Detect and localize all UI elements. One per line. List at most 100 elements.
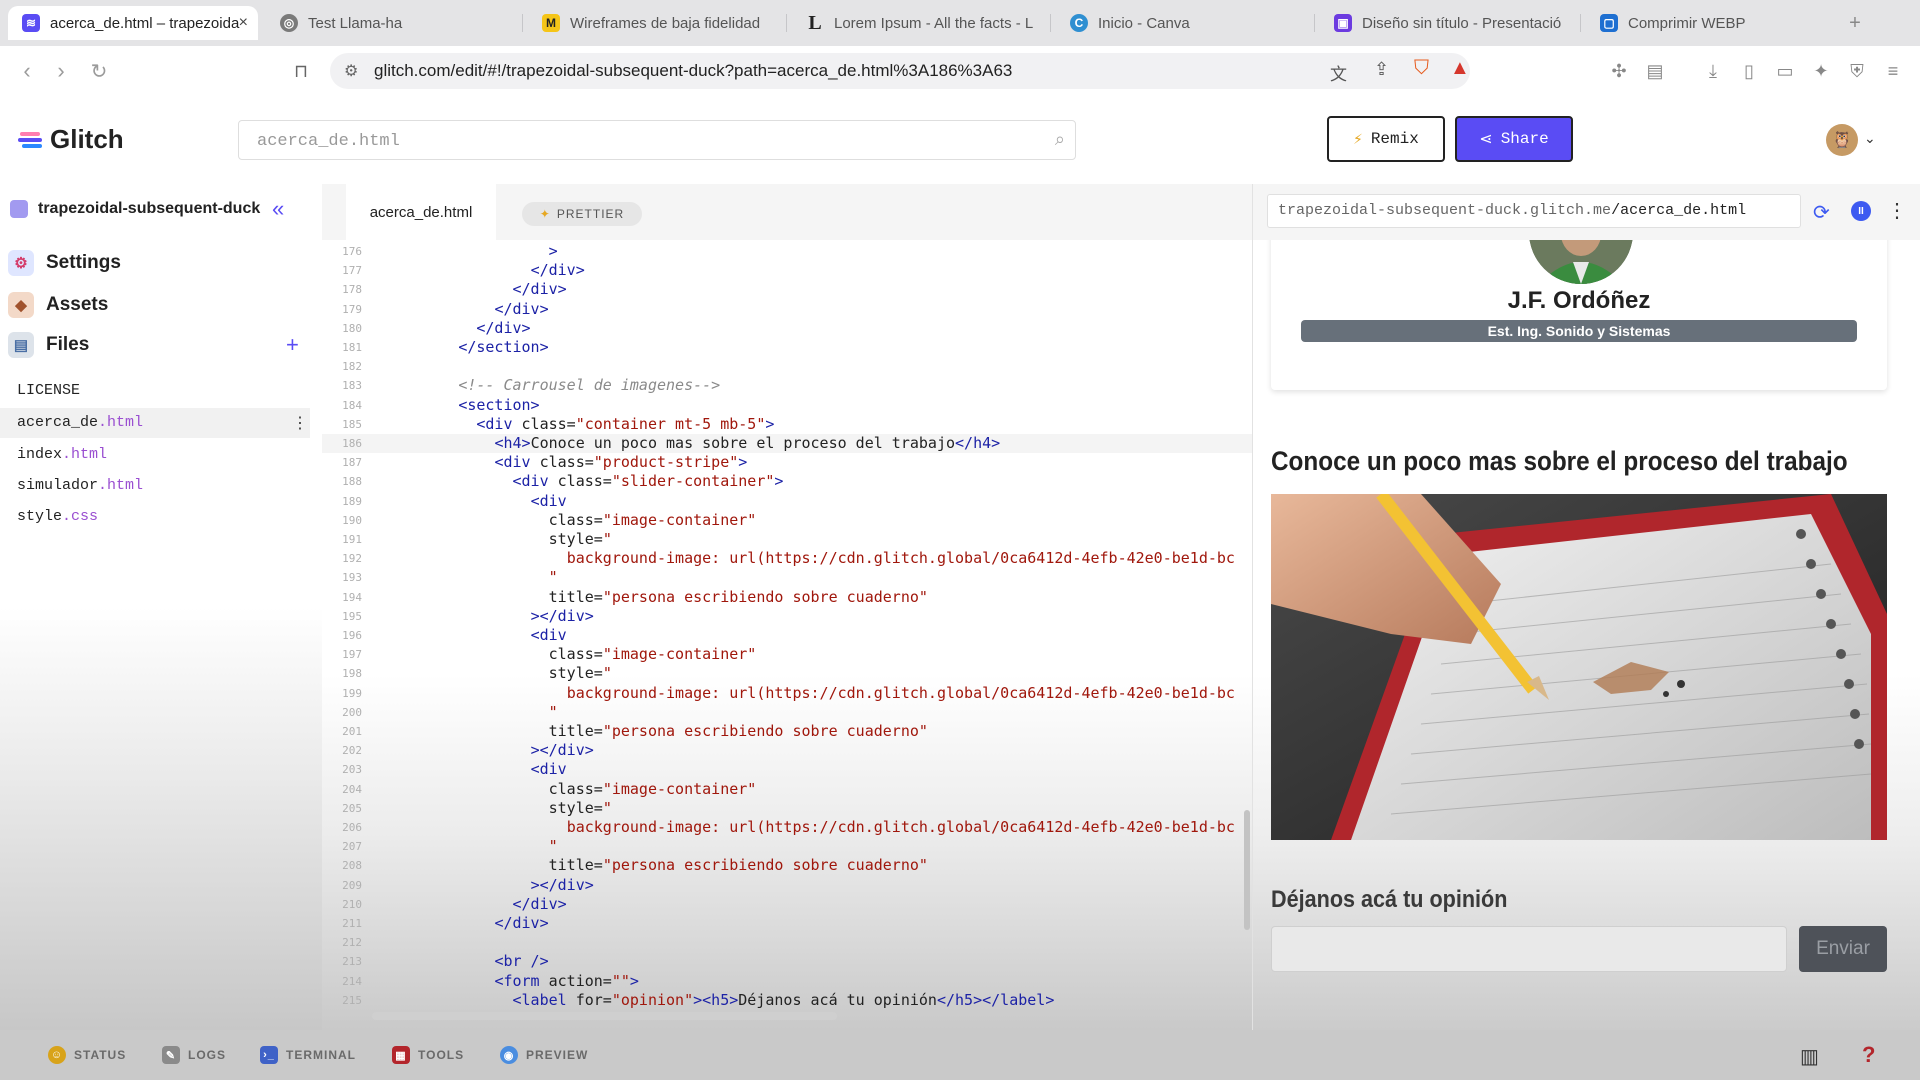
horizontal-scrollbar[interactable] bbox=[372, 1012, 837, 1020]
close-tab-icon[interactable]: × bbox=[239, 14, 248, 32]
back-icon[interactable]: ‹ bbox=[12, 56, 42, 86]
leo-ai-icon[interactable]: ✦ bbox=[1808, 58, 1834, 84]
code-line[interactable]: 177 </div> bbox=[322, 261, 1252, 280]
code-line[interactable]: 205 style=" bbox=[322, 799, 1252, 818]
code-line[interactable]: 189 <div bbox=[322, 492, 1252, 511]
file-item-simulador[interactable]: simulador.html bbox=[17, 477, 143, 494]
download-icon[interactable]: ⤓ bbox=[1700, 58, 1726, 84]
prettier-button[interactable]: ✦ PRETTIER bbox=[522, 202, 642, 226]
code-line[interactable]: 212 bbox=[322, 933, 1252, 952]
file-search[interactable]: ⌕ bbox=[238, 120, 1076, 161]
file-item-acerca-de[interactable]: acerca_de.html bbox=[17, 414, 143, 431]
remix-button[interactable]: ⚡ Remix bbox=[1327, 116, 1445, 162]
pause-preview-icon[interactable]: II bbox=[1851, 201, 1871, 221]
code-line[interactable]: 183 <!-- Carrousel de imagenes--> bbox=[322, 376, 1252, 395]
sidebar-item-assets[interactable]: ◆ Assets bbox=[8, 292, 108, 318]
share-button[interactable]: ⋖ Share bbox=[1455, 116, 1573, 162]
code-line[interactable]: 198 style=" bbox=[322, 664, 1252, 683]
file-item-license[interactable]: LICENSE bbox=[17, 382, 80, 399]
sidebar-item-files[interactable]: ▤ Files bbox=[8, 332, 89, 358]
reload-icon[interactable]: ↻ bbox=[84, 56, 114, 86]
glitch-logo[interactable]: Glitch bbox=[18, 124, 124, 155]
browser-tab[interactable]: ◎ Test Llama-ha bbox=[266, 6, 516, 40]
code-line[interactable]: 211 </div> bbox=[322, 914, 1252, 933]
help-icon[interactable]: ? bbox=[1862, 1042, 1875, 1068]
code-line[interactable]: 197 class="image-container" bbox=[322, 645, 1252, 664]
translate-icon[interactable]: 文 bbox=[1330, 60, 1347, 85]
code-line[interactable]: 191 style=" bbox=[322, 530, 1252, 549]
code-line[interactable]: 199 background-image: url(https://cdn.gl… bbox=[322, 684, 1252, 703]
browser-tab[interactable]: M Wireframes de baja fidelidad bbox=[528, 6, 778, 40]
reader-icon[interactable]: ▤ bbox=[1642, 58, 1668, 84]
code-line[interactable]: 179 </div> bbox=[322, 300, 1252, 319]
code-line[interactable]: 178 </div> bbox=[322, 280, 1252, 299]
code-line[interactable]: 195 ></div> bbox=[322, 607, 1252, 626]
brave-shield-icon[interactable]: ⛉ bbox=[1414, 57, 1429, 80]
code-line[interactable]: 188 <div class="slider-container"> bbox=[322, 472, 1252, 491]
code-line[interactable]: 185 <div class="container mt-5 mb-5"> bbox=[322, 415, 1252, 434]
code-line[interactable]: 203 <div bbox=[322, 760, 1252, 779]
preview-url-field[interactable]: trapezoidal-subsequent-duck.glitch.me/ac… bbox=[1267, 194, 1801, 228]
collapse-sidebar-icon[interactable]: « bbox=[272, 196, 284, 222]
sidebar-icon[interactable]: ▯ bbox=[1736, 58, 1762, 84]
browser-tab[interactable]: C Inicio - Canva bbox=[1056, 6, 1306, 40]
menu-icon[interactable]: ≡ bbox=[1880, 58, 1906, 84]
code-line[interactable]: 194 title="persona escribiendo sobre cua… bbox=[322, 588, 1252, 607]
wallet-icon[interactable]: ▭ bbox=[1772, 58, 1798, 84]
bookmark-icon[interactable]: ⊓ bbox=[286, 56, 316, 86]
code-line[interactable]: 192 background-image: url(https://cdn.gl… bbox=[322, 549, 1252, 568]
keyboard-shortcuts-icon[interactable]: ▥ bbox=[1800, 1044, 1819, 1069]
code-line[interactable]: 180 </div> bbox=[322, 319, 1252, 338]
code-line[interactable]: 204 class="image-container" bbox=[322, 780, 1252, 799]
browser-tab[interactable]: ▢ Comprimir WEBP bbox=[1586, 6, 1836, 40]
vpn-icon[interactable]: ⛨ bbox=[1844, 58, 1870, 84]
code-line[interactable]: 209 ></div> bbox=[322, 876, 1252, 895]
share-page-icon[interactable]: ⇪ bbox=[1374, 59, 1389, 80]
code-line[interactable]: 176 > bbox=[322, 242, 1252, 261]
browser-tab[interactable]: L Lorem Ipsum - All the facts - Lipsum g… bbox=[792, 6, 1042, 40]
preview-options-icon[interactable]: ⋮ bbox=[1887, 198, 1907, 223]
browser-tab[interactable]: ▣ Diseño sin título - Presentación bbox=[1320, 6, 1582, 40]
code-line[interactable]: 215 <label for="opinion"><h5>Déjanos acá… bbox=[322, 991, 1252, 1010]
vertical-scrollbar[interactable] bbox=[1244, 810, 1250, 930]
code-line[interactable]: 181 </section> bbox=[322, 338, 1252, 357]
editor-file-tab[interactable]: acerca_de.html bbox=[346, 184, 496, 240]
code-line[interactable]: 201 title="persona escribiendo sobre cua… bbox=[322, 722, 1252, 741]
site-settings-icon[interactable]: ⚙ bbox=[344, 61, 358, 81]
code-line[interactable]: 182 bbox=[322, 357, 1252, 376]
new-tab-button[interactable]: + bbox=[1840, 6, 1870, 40]
add-file-icon[interactable]: + bbox=[286, 332, 299, 358]
code-line[interactable]: 190 class="image-container" bbox=[322, 511, 1252, 530]
avatar[interactable]: 🦉 bbox=[1826, 124, 1858, 156]
code-line[interactable]: 207 " bbox=[322, 837, 1252, 856]
browser-tab-glitch[interactable]: ≋ acerca_de.html – trapezoidal-subsequen… bbox=[8, 6, 258, 40]
forward-icon[interactable]: › bbox=[46, 56, 76, 86]
terminal-button[interactable]: ›_ TERMINAL bbox=[260, 1046, 356, 1064]
file-options-icon[interactable]: ⋮ bbox=[292, 413, 308, 433]
sidebar-item-settings[interactable]: ⚙ Settings bbox=[8, 250, 121, 276]
preview-button[interactable]: ◉ PREVIEW bbox=[500, 1046, 588, 1064]
logs-button[interactable]: ✎ LOGS bbox=[162, 1046, 226, 1064]
chevron-down-icon[interactable]: ⌄ bbox=[1864, 130, 1876, 147]
carousel-image[interactable] bbox=[1271, 494, 1887, 840]
file-item-index[interactable]: index.html bbox=[17, 446, 107, 463]
code-line[interactable]: 213 <br /> bbox=[322, 952, 1252, 971]
code-line[interactable]: 184 <section> bbox=[322, 396, 1252, 415]
opinion-input[interactable] bbox=[1271, 926, 1787, 972]
code-line[interactable]: 208 title="persona escribiendo sobre cua… bbox=[322, 856, 1252, 875]
tools-button[interactable]: ▦ TOOLS bbox=[392, 1046, 464, 1064]
code-editor[interactable]: 176 >177 </div> 178 </div> 179 </div> 180 <… bbox=[322, 240, 1252, 1030]
file-search-input[interactable] bbox=[239, 121, 1039, 161]
code-line[interactable]: 186 <h4>Conoce un poco mas sobre el proc… bbox=[322, 434, 1252, 453]
status-button[interactable]: ☺ STATUS bbox=[48, 1046, 126, 1064]
code-line[interactable]: 193 " bbox=[322, 568, 1252, 587]
code-line[interactable]: 206 background-image: url(https://cdn.gl… bbox=[322, 818, 1252, 837]
code-line[interactable]: 214 <form action=""> bbox=[322, 972, 1252, 991]
code-line[interactable]: 202 ></div> bbox=[322, 741, 1252, 760]
send-button[interactable]: Enviar bbox=[1799, 926, 1887, 972]
refresh-preview-icon[interactable]: ⟳ bbox=[1813, 200, 1830, 225]
code-line[interactable]: 187 <div class="product-stripe"> bbox=[322, 453, 1252, 472]
brave-rewards-icon[interactable]: ▲ bbox=[1450, 57, 1470, 80]
code-line[interactable]: 196 <div bbox=[322, 626, 1252, 645]
project-name[interactable]: trapezoidal-subsequent-duck bbox=[10, 200, 260, 218]
